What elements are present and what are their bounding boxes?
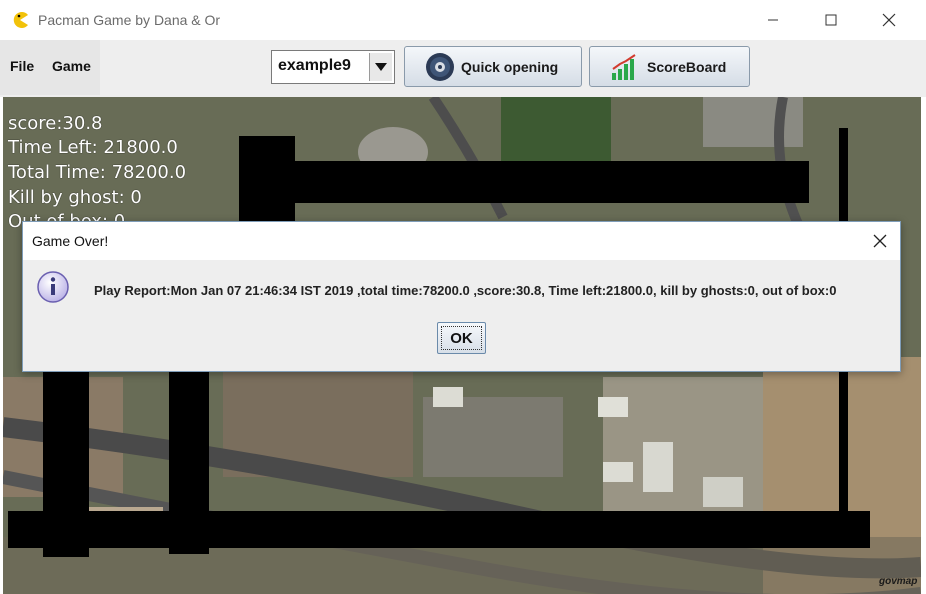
dialog-close-button[interactable]: [868, 229, 892, 253]
minimize-button[interactable]: [750, 0, 796, 40]
toolbar: File Game example9 Quick opening ScoreBo…: [0, 40, 926, 97]
wall-block: [8, 511, 870, 548]
window-titlebar: Pacman Game by Dana & Or: [0, 0, 926, 40]
game-over-dialog: Game Over! Play Report:Mon Jan 07 21:46:…: [22, 221, 901, 372]
ok-button[interactable]: OK: [437, 322, 486, 354]
hud-total-time: Total Time: 78200.0: [8, 162, 187, 183]
chevron-down-icon: [375, 63, 387, 71]
map-select-value: example9: [278, 57, 351, 74]
menu-game[interactable]: Game: [52, 58, 91, 74]
wall-block: [239, 161, 809, 203]
hud-time-left: Time Left: 21800.0: [8, 137, 178, 158]
hud-score: score:30.8: [8, 113, 103, 134]
scoreboard-label: ScoreBoard: [647, 58, 727, 75]
dialog-message: Play Report:Mon Jan 07 21:46:34 IST 2019…: [94, 283, 837, 298]
hud-kill-by-ghost: Kill by ghost: 0: [8, 187, 142, 208]
map-select-combobox[interactable]: example9: [271, 50, 395, 84]
close-window-button[interactable]: [866, 0, 912, 40]
info-icon: [37, 271, 69, 303]
minimize-icon: [768, 19, 778, 21]
window-title: Pacman Game by Dana & Or: [38, 12, 221, 28]
ok-label: OK: [450, 329, 473, 347]
govmap-logo: govmap: [879, 576, 918, 587]
pacman-app-icon: [13, 12, 28, 28]
close-icon: [882, 13, 896, 27]
disc-icon: [426, 52, 454, 81]
quick-opening-button[interactable]: Quick opening: [404, 46, 582, 87]
maximize-button[interactable]: [808, 0, 854, 40]
menu-file[interactable]: File: [10, 58, 34, 74]
bar-chart-icon: [612, 53, 636, 80]
dialog-titlebar: Game Over!: [23, 222, 900, 260]
maximize-icon: [825, 14, 837, 26]
quick-opening-label: Quick opening: [461, 58, 559, 75]
dialog-title: Game Over!: [32, 233, 109, 249]
close-icon: [873, 234, 887, 248]
scoreboard-button[interactable]: ScoreBoard: [589, 46, 750, 87]
menu-bar: File Game: [0, 40, 100, 95]
combo-dropdown-button[interactable]: [369, 53, 392, 81]
